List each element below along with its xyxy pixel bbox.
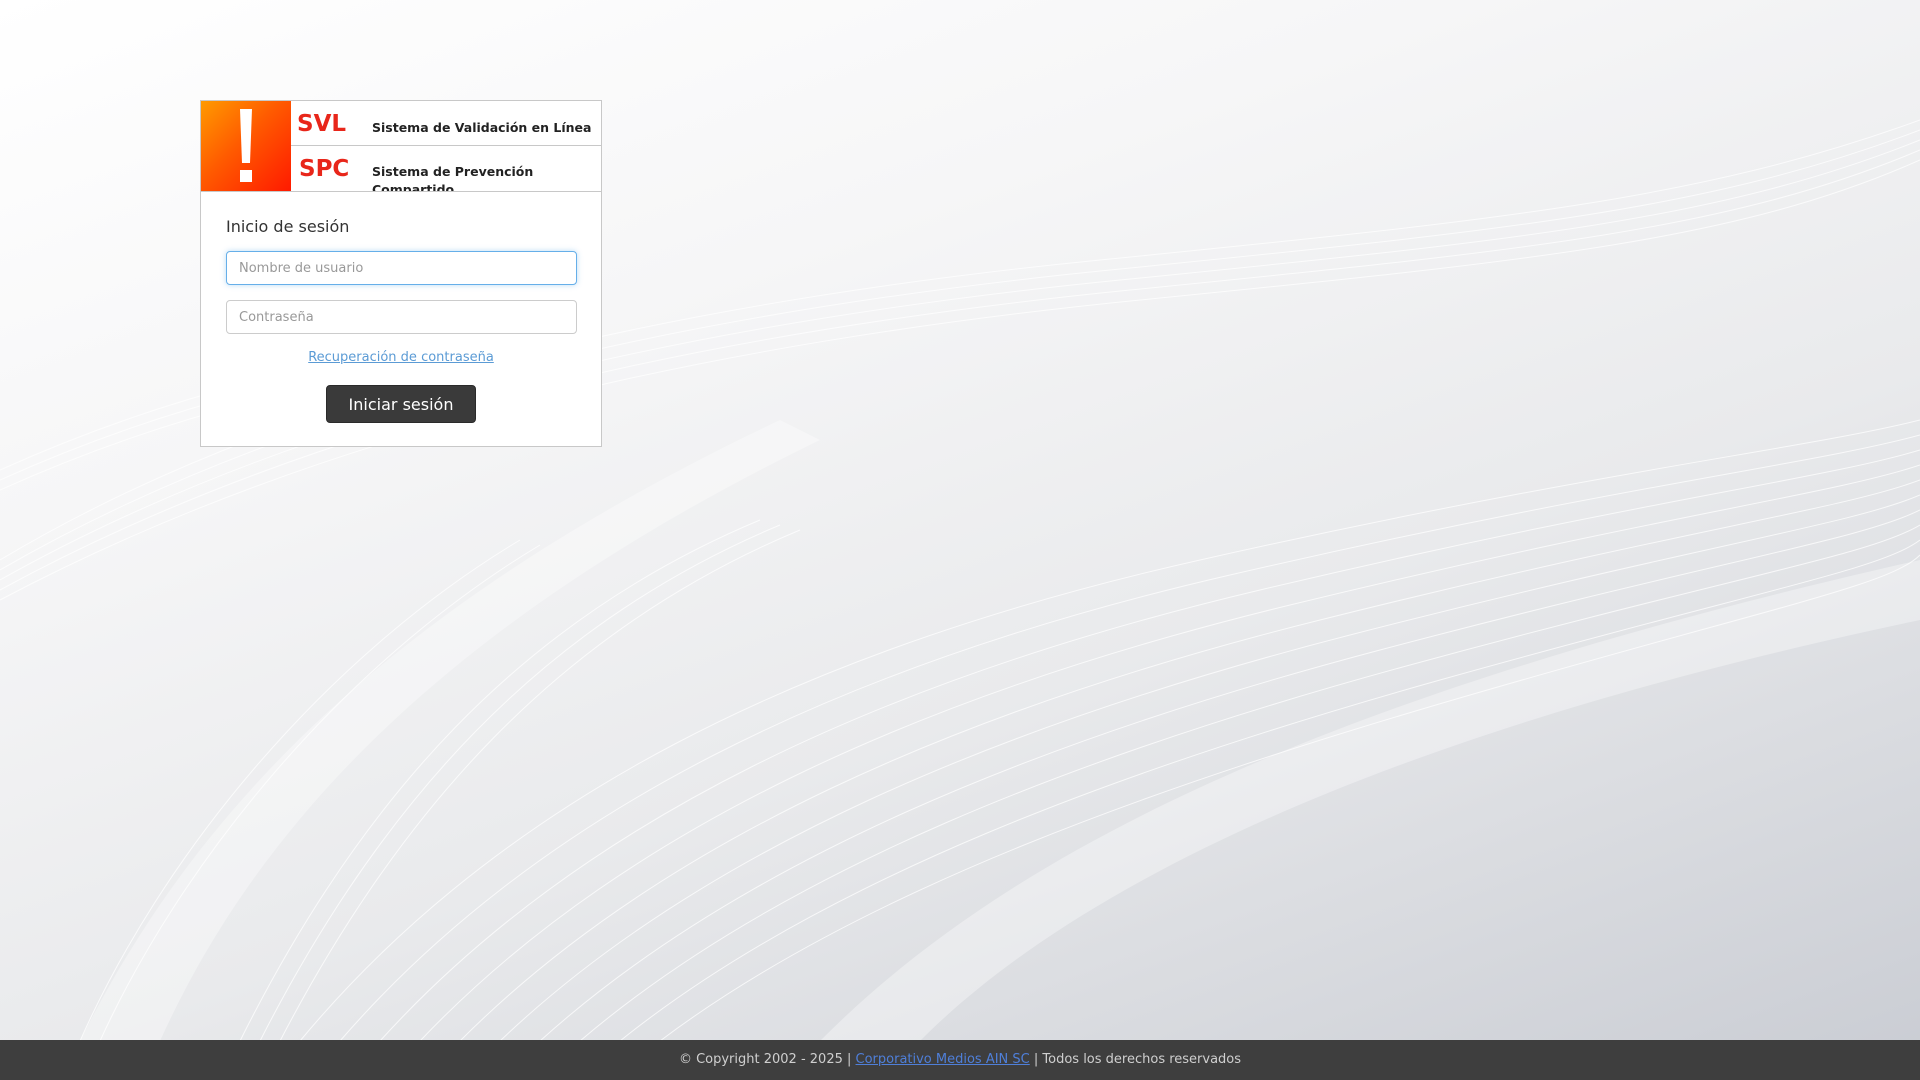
exclamation-icon — [201, 101, 291, 191]
footer: © Copyright 2002 - 2025 | Corporativo Me… — [0, 1040, 1920, 1080]
svl-logo: SVL — [297, 113, 346, 135]
footer-copyright: © Copyright 2002 - 2025 | — [678, 1052, 852, 1067]
submit-wrap: Iniciar sesión — [226, 385, 576, 423]
brand-row-spc: SPC Sistema de Prevención Compartido — [291, 146, 601, 191]
username-input[interactable] — [226, 251, 577, 285]
spc-mark-text: SPC — [299, 158, 349, 180]
footer-company-link[interactable]: Corporativo Medios AIN SC — [856, 1052, 1030, 1067]
login-button[interactable]: Iniciar sesión — [326, 385, 476, 423]
password-recovery-link[interactable]: Recuperación de contraseña — [226, 349, 576, 367]
svl-title: Sistema de Validación en Línea — [372, 120, 592, 135]
login-card: SVL Sistema de Validación en Línea SPC S… — [200, 100, 602, 447]
login-title: Inicio de sesión — [226, 217, 350, 236]
brand-row-svl: SVL Sistema de Validación en Línea — [291, 101, 601, 146]
login-form: Inicio de sesión Recuperación de contras… — [201, 192, 601, 423]
brand-rows: SVL Sistema de Validación en Línea SPC S… — [291, 101, 601, 191]
password-input[interactable] — [226, 300, 577, 334]
brand-header: SVL Sistema de Validación en Línea SPC S… — [201, 101, 601, 192]
spc-logo: SPC — [299, 158, 349, 180]
footer-rights: | Todos los derechos reservados — [1033, 1052, 1242, 1067]
spc-title: Sistema de Prevención Compartido — [372, 164, 534, 191]
svl-mark-text: SVL — [297, 113, 346, 135]
